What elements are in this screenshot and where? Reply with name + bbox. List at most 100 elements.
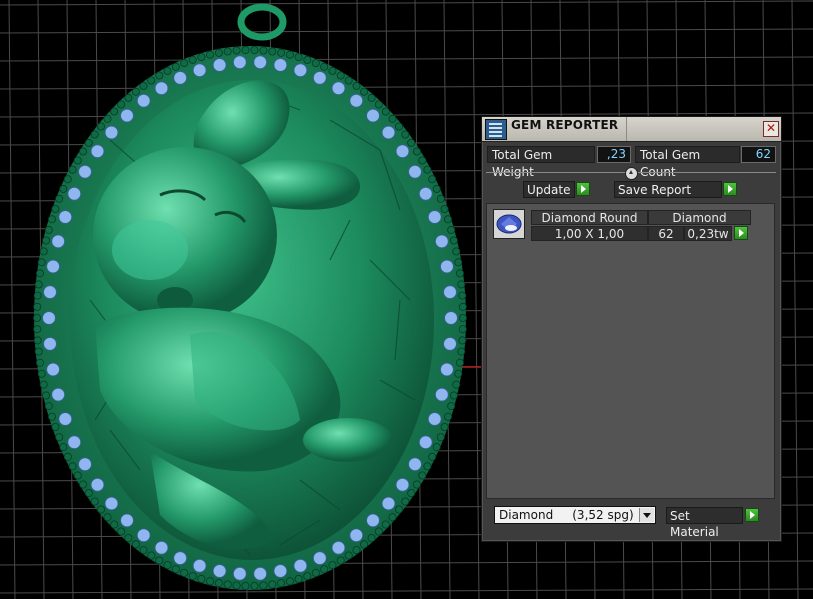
gem-stone (120, 108, 134, 123)
gem-stone (34, 280, 43, 289)
update-play-arrow-icon[interactable] (576, 182, 590, 196)
gem-stone (381, 520, 390, 529)
gem-stone (110, 107, 119, 116)
gem-stone (124, 93, 133, 102)
gem-stone (43, 337, 57, 351)
gem-stone (360, 87, 369, 96)
gem-name: Diamond Round (531, 210, 648, 225)
gem-stone (418, 435, 433, 450)
gem-stone (37, 258, 46, 267)
gem-stone (452, 380, 461, 389)
gem-stone (233, 566, 247, 581)
gem-stone (328, 66, 337, 75)
gem-stone (90, 130, 99, 139)
gem-stone (139, 81, 148, 90)
gem-stone (311, 568, 320, 577)
gem-stone (285, 50, 294, 59)
gem-stone (147, 76, 156, 85)
gem-stone (273, 58, 288, 72)
gem-stone (440, 422, 449, 431)
gem-stone (395, 144, 410, 159)
gem-stone (458, 302, 467, 311)
gem-stone (449, 391, 458, 400)
gem-stone (447, 225, 456, 234)
update-button[interactable]: Update (523, 181, 575, 198)
gem-stone (33, 336, 42, 345)
gem-stone (68, 462, 77, 471)
gem-stone (294, 53, 303, 62)
gem-stone (344, 76, 353, 85)
gem-stone (423, 462, 432, 471)
gem-stone (33, 302, 42, 311)
gem-stone (407, 138, 416, 147)
gem-stone (197, 574, 206, 583)
panel-splitter-handle[interactable] (625, 167, 638, 180)
gem-stone (408, 165, 422, 179)
gem-stone (232, 581, 241, 590)
gem-stone (48, 412, 57, 421)
gem-stone (120, 513, 134, 528)
gem-stone (381, 107, 390, 116)
gem-stone (44, 402, 53, 411)
gem-stone (51, 422, 60, 431)
gem-stone (97, 505, 106, 514)
gem-stone (388, 513, 397, 522)
gem-stone (454, 258, 463, 267)
material-select[interactable]: Diamond (3,52 spg) (494, 506, 656, 524)
gem-stone (328, 561, 337, 570)
gem-stone (90, 477, 105, 492)
gem-stone (250, 46, 259, 55)
gem-row-play-arrow-icon[interactable] (734, 226, 748, 240)
gem-stone (427, 412, 442, 426)
gem-weight: 0,23tw (684, 226, 732, 241)
gem-stone (51, 204, 60, 213)
gem-list[interactable]: Diamond Round Diamond 1,00 X 1,00 62 0,2… (486, 203, 775, 499)
title-bar[interactable]: GEM REPORTER ✕ (482, 117, 781, 142)
gem-stone (103, 513, 112, 522)
gem-stone (352, 546, 361, 555)
set-material-play-arrow-icon[interactable] (745, 508, 759, 522)
gem-stone (232, 46, 241, 55)
gem-stone (349, 93, 364, 108)
panel-title: GEM REPORTER (511, 118, 619, 132)
save-report-button[interactable]: Save Report (614, 181, 722, 198)
gem-stone (163, 66, 172, 75)
close-icon[interactable]: ✕ (763, 121, 779, 137)
gem-stone (110, 520, 119, 529)
gem-stone (171, 565, 180, 574)
gem-stone (192, 558, 207, 573)
gem-stone (241, 46, 250, 55)
gem-stone (139, 546, 148, 555)
gem-stone (440, 259, 454, 274)
gem-reporter-panel: GEM REPORTER ✕ Total Gem Weight ,23 Tota… (481, 116, 782, 542)
gem-stone (454, 369, 463, 378)
gem-stone (206, 577, 215, 586)
set-material-button[interactable]: Set Material (666, 507, 743, 539)
chevron-down-icon[interactable] (639, 508, 654, 522)
gem-stone (367, 534, 376, 543)
gem-stone (434, 234, 449, 249)
gem-stone (155, 556, 164, 565)
gem-stone (33, 291, 42, 300)
save-report-play-arrow-icon[interactable] (723, 182, 737, 196)
gem-stone (34, 347, 43, 356)
gem-stone (259, 581, 268, 590)
gem-stone (349, 528, 364, 543)
gem-material: Diamond (648, 210, 751, 225)
gem-stone (223, 47, 232, 56)
gem-stone (443, 285, 457, 299)
gem-stone (458, 313, 467, 322)
gem-stone (79, 147, 88, 156)
gem-stone (423, 165, 432, 174)
gem-stone (46, 362, 60, 377)
gem-stone (214, 579, 223, 588)
gem-stone (331, 81, 346, 95)
gem-stone (367, 93, 376, 102)
gem-stone (37, 369, 46, 378)
total-gem-count-value: 62 (741, 146, 776, 163)
gem-stone (90, 497, 99, 506)
gem-stone (42, 236, 51, 245)
gem-stone (39, 247, 48, 256)
gem-stone (233, 55, 247, 70)
round-gem-icon (493, 209, 525, 239)
